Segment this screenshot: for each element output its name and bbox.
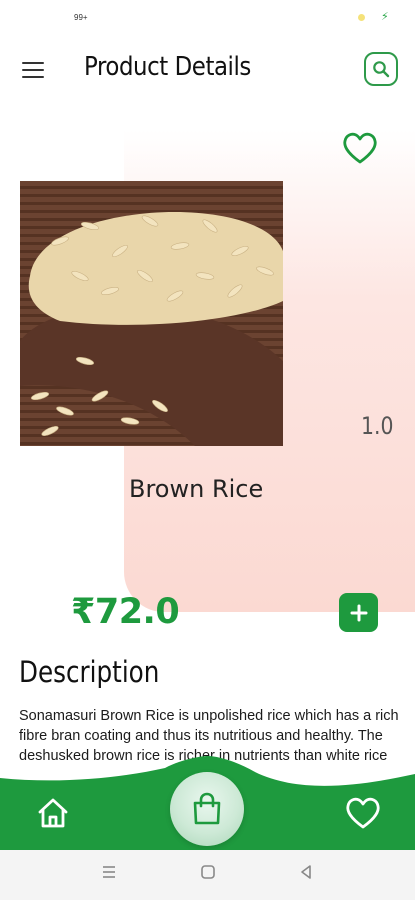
shopping-bag-icon bbox=[193, 792, 221, 825]
status-bar: 99+ ⚡ bbox=[0, 0, 415, 34]
product-name: Brown Rice bbox=[129, 475, 264, 503]
status-indicator-icon bbox=[358, 14, 365, 21]
charging-icon: ⚡ bbox=[381, 10, 389, 23]
description-heading: Description bbox=[19, 655, 160, 689]
product-price: ₹72.0 bbox=[71, 592, 180, 632]
home-system-icon[interactable] bbox=[200, 864, 216, 880]
search-button[interactable] bbox=[364, 52, 398, 86]
favorite-heart-icon[interactable] bbox=[342, 131, 378, 165]
plus-icon bbox=[350, 604, 367, 621]
quantity-value: 1.0 bbox=[361, 412, 394, 440]
heart-icon[interactable] bbox=[344, 796, 382, 830]
back-icon[interactable] bbox=[298, 864, 314, 880]
notification-count: 99+ bbox=[74, 13, 88, 22]
product-image bbox=[20, 181, 283, 446]
rice-illustration bbox=[20, 181, 283, 446]
search-icon bbox=[373, 61, 390, 78]
recent-apps-icon[interactable] bbox=[101, 864, 117, 880]
add-to-cart-button[interactable] bbox=[339, 593, 378, 632]
cart-button[interactable] bbox=[170, 772, 244, 846]
home-icon[interactable] bbox=[36, 796, 70, 830]
hamburger-menu-icon[interactable] bbox=[22, 62, 44, 78]
system-navigation-bar bbox=[0, 850, 415, 900]
page-title: Product Details bbox=[84, 52, 251, 82]
